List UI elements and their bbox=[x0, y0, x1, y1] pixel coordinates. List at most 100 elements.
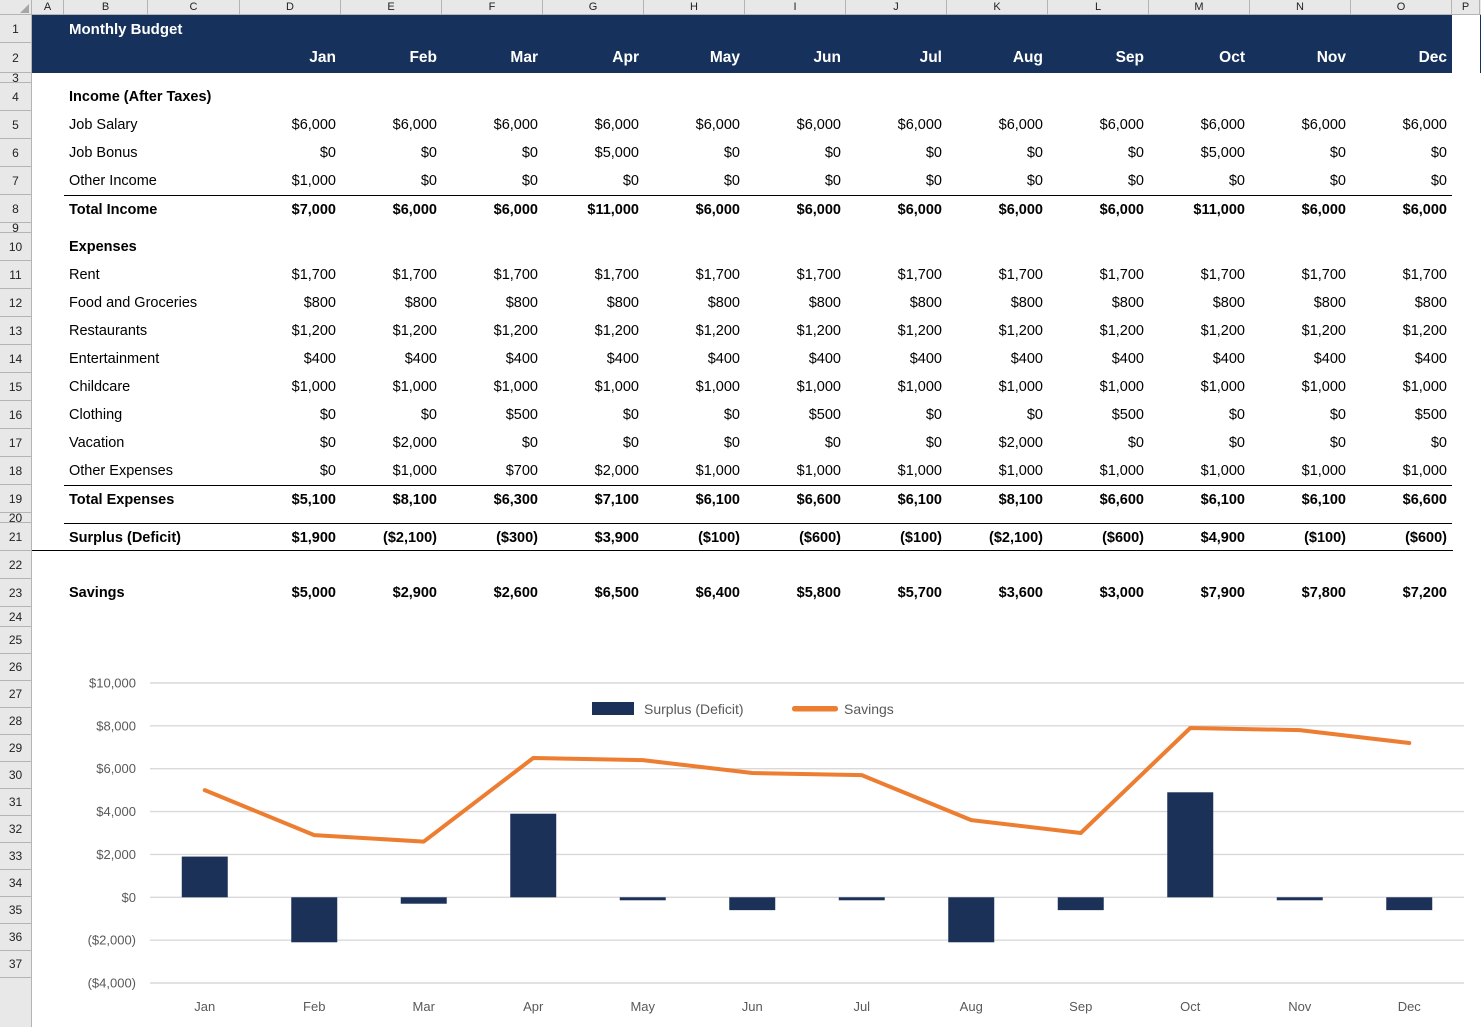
cell-B30[interactable] bbox=[64, 762, 240, 789]
cell-I8[interactable]: $6,000 bbox=[745, 195, 846, 223]
cell-M32[interactable] bbox=[1149, 816, 1250, 843]
cell-A11[interactable] bbox=[32, 261, 64, 289]
cell-F27[interactable] bbox=[442, 681, 543, 708]
cell-K24[interactable] bbox=[947, 607, 1048, 627]
cell-G34[interactable] bbox=[543, 870, 644, 897]
column-header-H[interactable]: H bbox=[644, 0, 745, 14]
cell-H10[interactable] bbox=[644, 233, 745, 261]
cell-I1[interactable] bbox=[745, 15, 846, 43]
cell-G24[interactable] bbox=[543, 607, 644, 627]
cell-O8[interactable]: $6,000 bbox=[1351, 195, 1452, 223]
cell-O13[interactable]: $1,200 bbox=[1351, 317, 1452, 345]
month-header-jun[interactable]: Jun bbox=[745, 43, 846, 73]
cell-J15[interactable]: $1,000 bbox=[846, 373, 947, 401]
cell-G26[interactable] bbox=[543, 654, 644, 681]
cell-I33[interactable] bbox=[745, 843, 846, 870]
cell-M18[interactable]: $1,000 bbox=[1149, 457, 1250, 485]
cell-A12[interactable] bbox=[32, 289, 64, 317]
cell-F3[interactable] bbox=[442, 73, 543, 83]
cell-J22[interactable] bbox=[846, 551, 947, 579]
cell-J7[interactable]: $0 bbox=[846, 167, 947, 195]
row-header-10[interactable]: 10 bbox=[0, 233, 31, 261]
cell-K17[interactable]: $2,000 bbox=[947, 429, 1048, 457]
cell-H35[interactable] bbox=[644, 897, 745, 924]
cell-P31[interactable] bbox=[1452, 789, 1480, 816]
row-header-13[interactable]: 13 bbox=[0, 317, 31, 345]
cell-H3[interactable] bbox=[644, 73, 745, 83]
cell-M17[interactable]: $0 bbox=[1149, 429, 1250, 457]
cell-P26[interactable] bbox=[1452, 654, 1480, 681]
cell-H37[interactable] bbox=[644, 951, 745, 978]
cell-B17[interactable]: Vacation bbox=[64, 429, 240, 457]
cell-L27[interactable] bbox=[1048, 681, 1149, 708]
cell-D35[interactable] bbox=[240, 897, 341, 924]
cell-E8[interactable]: $6,000 bbox=[341, 195, 442, 223]
cell-D11[interactable]: $1,700 bbox=[240, 261, 341, 289]
cell-I16[interactable]: $500 bbox=[745, 401, 846, 429]
cell-F4[interactable] bbox=[442, 83, 543, 111]
cell-I3[interactable] bbox=[745, 73, 846, 83]
cell-L31[interactable] bbox=[1048, 789, 1149, 816]
column-header-K[interactable]: K bbox=[947, 0, 1048, 14]
cell-M21[interactable]: $4,900 bbox=[1149, 523, 1250, 551]
cell-D29[interactable] bbox=[240, 735, 341, 762]
cell-N28[interactable] bbox=[1250, 708, 1351, 735]
cell-L37[interactable] bbox=[1048, 951, 1149, 978]
cell-P1[interactable] bbox=[1452, 15, 1480, 43]
cell-I7[interactable]: $0 bbox=[745, 167, 846, 195]
cell-F20[interactable] bbox=[442, 513, 543, 523]
cell-E36[interactable] bbox=[341, 924, 442, 951]
cell-L34[interactable] bbox=[1048, 870, 1149, 897]
cell-N14[interactable]: $400 bbox=[1250, 345, 1351, 373]
cell-B24[interactable] bbox=[64, 607, 240, 627]
cell-H29[interactable] bbox=[644, 735, 745, 762]
cell-L36[interactable] bbox=[1048, 924, 1149, 951]
cell-L22[interactable] bbox=[1048, 551, 1149, 579]
row-header-5[interactable]: 5 bbox=[0, 111, 31, 139]
cell-I14[interactable]: $400 bbox=[745, 345, 846, 373]
cell-B21[interactable]: Surplus (Deficit) bbox=[64, 523, 240, 551]
cell-O25[interactable] bbox=[1351, 627, 1452, 654]
cell-O11[interactable]: $1,700 bbox=[1351, 261, 1452, 289]
cell-N23[interactable]: $7,800 bbox=[1250, 579, 1351, 607]
row-header-32[interactable]: 32 bbox=[0, 816, 31, 843]
cell-O34[interactable] bbox=[1351, 870, 1452, 897]
cell-N15[interactable]: $1,000 bbox=[1250, 373, 1351, 401]
cell-M29[interactable] bbox=[1149, 735, 1250, 762]
cell-F16[interactable]: $500 bbox=[442, 401, 543, 429]
cell-O17[interactable]: $0 bbox=[1351, 429, 1452, 457]
cell-F33[interactable] bbox=[442, 843, 543, 870]
cell-A9[interactable] bbox=[32, 223, 64, 233]
cell-O30[interactable] bbox=[1351, 762, 1452, 789]
cell-D32[interactable] bbox=[240, 816, 341, 843]
cell-O21[interactable]: ($600) bbox=[1351, 523, 1452, 551]
cell-A31[interactable] bbox=[32, 789, 64, 816]
cell-A29[interactable] bbox=[32, 735, 64, 762]
cell-O27[interactable] bbox=[1351, 681, 1452, 708]
cell-I11[interactable]: $1,700 bbox=[745, 261, 846, 289]
cell-K27[interactable] bbox=[947, 681, 1048, 708]
cell-K6[interactable]: $0 bbox=[947, 139, 1048, 167]
cell-L18[interactable]: $1,000 bbox=[1048, 457, 1149, 485]
cell-N37[interactable] bbox=[1250, 951, 1351, 978]
cell-L5[interactable]: $6,000 bbox=[1048, 111, 1149, 139]
cell-P9[interactable] bbox=[1452, 223, 1480, 233]
cell-I4[interactable] bbox=[745, 83, 846, 111]
cell-H7[interactable]: $0 bbox=[644, 167, 745, 195]
cell-H32[interactable] bbox=[644, 816, 745, 843]
cell-J11[interactable]: $1,700 bbox=[846, 261, 947, 289]
cell-A21[interactable] bbox=[32, 523, 64, 551]
cell-G13[interactable]: $1,200 bbox=[543, 317, 644, 345]
cell-A26[interactable] bbox=[32, 654, 64, 681]
cell-M16[interactable]: $0 bbox=[1149, 401, 1250, 429]
cell-N26[interactable] bbox=[1250, 654, 1351, 681]
cell-N12[interactable]: $800 bbox=[1250, 289, 1351, 317]
cell-N3[interactable] bbox=[1250, 73, 1351, 83]
cell-G10[interactable] bbox=[543, 233, 644, 261]
row-header-34[interactable]: 34 bbox=[0, 870, 31, 897]
cell-G15[interactable]: $1,000 bbox=[543, 373, 644, 401]
cell-K37[interactable] bbox=[947, 951, 1048, 978]
cell-E9[interactable] bbox=[341, 223, 442, 233]
cell-P18[interactable] bbox=[1452, 457, 1480, 485]
cell-N33[interactable] bbox=[1250, 843, 1351, 870]
